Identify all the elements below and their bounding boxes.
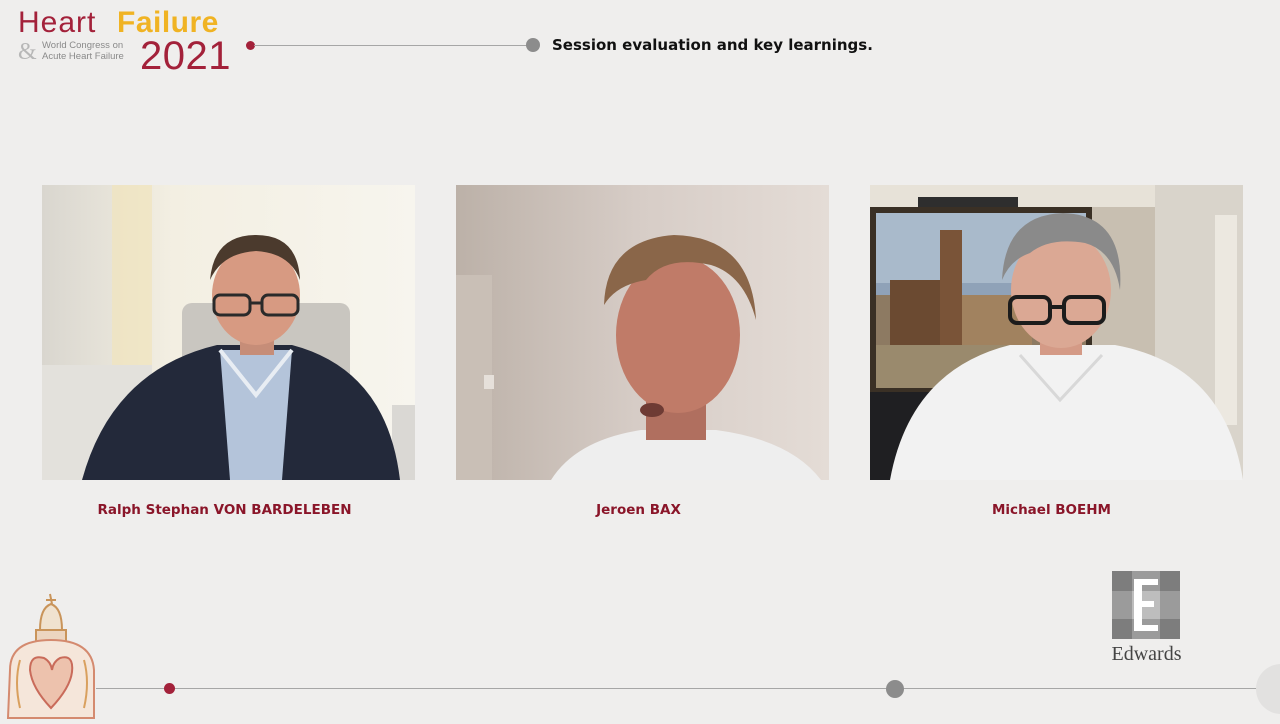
logo-subtitle-line1: World Congress on — [42, 40, 124, 51]
logo-year: 2021 — [140, 34, 231, 78]
participant-name-2: Jeroen BAX — [596, 502, 681, 518]
logo-ampersand: & — [18, 39, 37, 65]
logo-subtitle: World Congress on Acute Heart Failure — [42, 40, 124, 62]
header-timeline-line — [254, 45, 531, 46]
participant-name-3: Michael BOEHM — [992, 502, 1111, 518]
next-slide-button[interactable] — [1256, 664, 1280, 714]
participant-name-1: Ralph Stephan VON BARDELEBEN — [97, 502, 352, 518]
session-title: Session evaluation and key learnings. — [552, 36, 873, 54]
participant-video-3 — [870, 185, 1243, 480]
sponsor-name: Edwards — [1111, 643, 1182, 665]
timeline-marker-dot — [526, 38, 540, 52]
participant-video-1 — [42, 185, 415, 480]
playback-position-marker[interactable] — [886, 680, 904, 698]
logo-word-heart: Heart — [18, 6, 97, 39]
edwards-logo-icon — [1112, 571, 1180, 639]
footer-start-dot — [164, 683, 175, 694]
participant-video-2 — [456, 185, 829, 480]
congress-logo: Heart Failure & World Congress on Acute … — [18, 6, 248, 78]
congress-emblem-icon — [0, 590, 104, 720]
footer-timeline-line — [96, 688, 1266, 689]
logo-subtitle-line2: Acute Heart Failure — [42, 51, 124, 62]
